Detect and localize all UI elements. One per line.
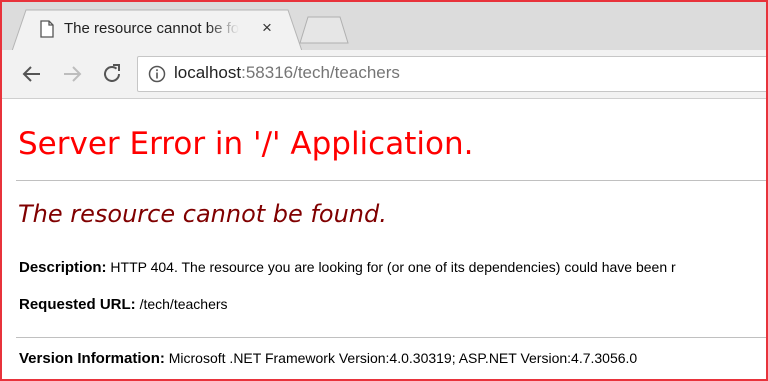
close-icon[interactable]: × <box>262 18 272 38</box>
description-label: Description: <box>19 259 107 276</box>
screenshot-frame: The resource cannot be found. × localhos… <box>0 0 768 381</box>
document-icon <box>40 20 54 38</box>
requested-url-label: Requested URL: <box>19 296 136 313</box>
browser-toolbar: localhost:58316/tech/teachers <box>2 50 766 99</box>
version-line: Version Information: Microsoft .NET Fram… <box>19 350 637 367</box>
forward-icon[interactable] <box>60 62 84 86</box>
new-tab-button[interactable] <box>298 16 350 44</box>
back-icon[interactable] <box>20 62 44 86</box>
page-content: Server Error in '/' Application. The res… <box>2 99 766 379</box>
description-line: Description: HTTP 404. The resource you … <box>19 259 676 276</box>
info-icon[interactable] <box>148 65 166 83</box>
tab-title: The resource cannot be found. <box>64 20 239 37</box>
url-path: :58316/tech/teachers <box>241 63 400 82</box>
description-text: HTTP 404. The resource you are looking f… <box>110 259 676 275</box>
requested-url-value: /tech/teachers <box>139 296 228 312</box>
browser-tab[interactable]: The resource cannot be found. × <box>12 9 302 51</box>
divider <box>16 337 766 338</box>
divider <box>16 180 766 181</box>
server-error-title: Server Error in '/' Application. <box>18 126 474 162</box>
address-bar[interactable]: localhost:58316/tech/teachers <box>137 56 766 92</box>
requested-url-line: Requested URL: /tech/teachers <box>19 296 228 313</box>
reload-icon[interactable] <box>100 62 124 86</box>
error-heading: The resource cannot be found. <box>18 200 387 228</box>
tab-strip: The resource cannot be found. × <box>2 2 766 51</box>
version-value: Microsoft .NET Framework Version:4.0.303… <box>168 350 638 366</box>
url-host: localhost <box>174 63 242 82</box>
version-label: Version Information: <box>19 350 165 367</box>
url-text: localhost:58316/tech/teachers <box>174 63 400 83</box>
